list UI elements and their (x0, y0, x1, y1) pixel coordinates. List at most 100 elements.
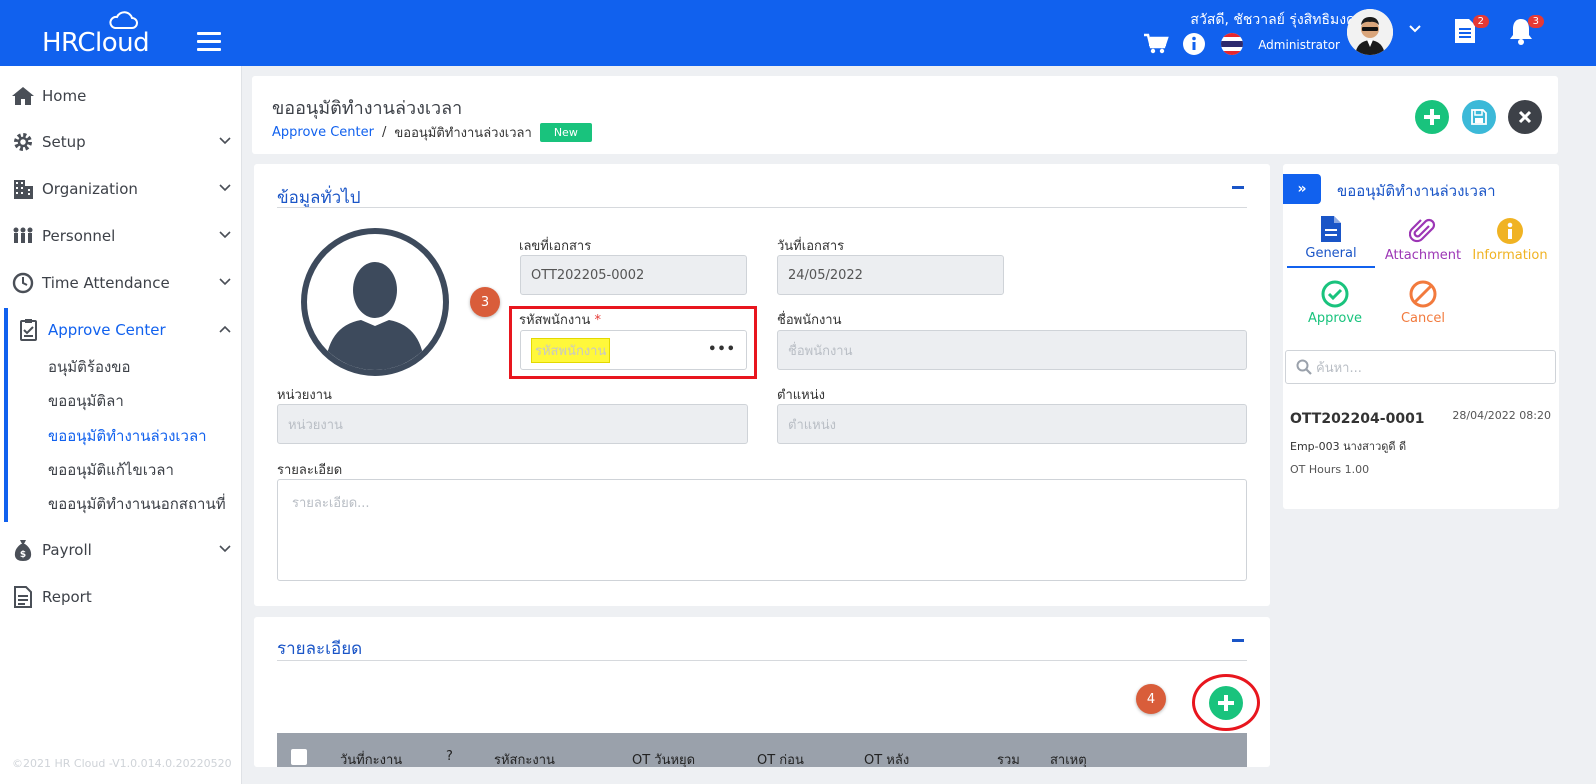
sidebar-item-setup[interactable]: Setup (0, 124, 242, 160)
hamburger-menu-icon[interactable] (197, 32, 221, 52)
report-icon (10, 586, 36, 608)
cancel-label: Cancel (1400, 311, 1446, 326)
help-icon[interactable]: ? (446, 749, 453, 764)
emp-name-field[interactable]: ชื่อพนักงาน (777, 330, 1247, 370)
divider (277, 207, 1247, 208)
dept-label: หน่วยงาน (277, 388, 332, 403)
approve-action[interactable]: Approve (1295, 279, 1375, 326)
cloud-icon (109, 11, 138, 29)
sidebar-item-label: Organization (42, 180, 138, 198)
position-field[interactable]: ตำแหน่ง (777, 404, 1247, 444)
chevron-down-icon (219, 137, 231, 145)
close-button[interactable] (1508, 100, 1542, 134)
record-doc-no[interactable]: OTT202204-0001 (1290, 411, 1425, 427)
document-icon (1291, 214, 1371, 244)
column-header[interactable]: รหัสกะงาน (494, 749, 555, 767)
breadcrumb: Approve Center / ขออนุมัติทำงานล่วงเวลา … (272, 122, 592, 143)
general-tab[interactable]: General (1291, 214, 1371, 261)
information-tab-label: Information (1472, 248, 1548, 263)
chevron-down-icon (219, 278, 231, 286)
doc-no-label: เลขที่เอกสาร (519, 239, 592, 254)
sidebar-subitem-leave-request[interactable]: ขออนุมัติลา (48, 389, 124, 413)
dept-field[interactable]: หน่วยงาน (277, 404, 748, 444)
sidebar-item-label: Payroll (42, 541, 92, 559)
document-badge: 2 (1472, 15, 1489, 28)
plus-icon (1218, 695, 1234, 711)
column-header[interactable]: รวม (997, 749, 1020, 767)
sidebar-item-label: Report (42, 588, 92, 606)
thai-flag-icon[interactable] (1219, 31, 1245, 57)
sidebar-subitem-time-correction[interactable]: ขออนุมัติแก้ไขเวลา (48, 458, 174, 482)
breadcrumb-separator: / (382, 125, 387, 140)
cancel-action[interactable]: Cancel (1383, 279, 1463, 326)
check-circle-icon (1295, 279, 1375, 309)
sidebar-item-approve-center[interactable]: Approve Center (0, 312, 242, 348)
info-icon[interactable] (1181, 31, 1207, 57)
page-title: ขออนุมัติทำงานล่วงเวลา (272, 98, 463, 119)
add-button[interactable] (1415, 100, 1449, 134)
select-all-checkbox[interactable] (291, 749, 307, 765)
column-header[interactable]: วันที่กะงาน (340, 749, 402, 767)
sidebar-item-home[interactable]: Home (0, 78, 242, 114)
search-icon (1296, 359, 1312, 375)
chevron-down-icon (219, 545, 231, 553)
step-marker-3: 3 (470, 287, 500, 317)
top-bar: HRCloud สวัสดี, ชัชวาลย์ รุ่งสิทธิมงคล A… (0, 0, 1596, 66)
attachment-tab[interactable]: Attachment (1383, 216, 1463, 263)
collapse-icon[interactable] (1232, 639, 1244, 642)
details-section: รายละเอียด 4 วันที่กะงาน ? รหัสกะงาน OT … (254, 617, 1270, 767)
sidebar-subitem-offsite-work[interactable]: ขออนุมัติทำงานนอกสถานที่ (48, 492, 226, 516)
doc-no-field[interactable]: OTT202205-0002 (520, 255, 747, 295)
information-tab[interactable]: Information (1470, 216, 1550, 263)
user-avatar[interactable] (1347, 9, 1393, 55)
search-input[interactable]: ค้นหา... (1285, 350, 1556, 384)
document-notification-icon[interactable]: 2 (1453, 15, 1489, 47)
emp-code-label-text: รหัสพนักงาน (519, 313, 591, 328)
column-header[interactable]: สาเหตุ (1050, 749, 1087, 767)
greeting-text: สวัสดี, ชัชวาลย์ รุ่งสิทธิมงคล (1190, 12, 1364, 28)
table-header: วันที่กะงาน ? รหัสกะงาน OT วันหยุด OT ก่… (277, 733, 1247, 767)
active-tab-underline (1287, 266, 1375, 268)
hrcloud-logo[interactable]: HRCloud (42, 10, 152, 58)
bell-icon[interactable]: 3 (1508, 15, 1544, 47)
breadcrumb-current: ขออนุมัติทำงานล่วงเวลา (394, 126, 532, 141)
ban-icon (1383, 279, 1463, 309)
user-role: Administrator (1258, 38, 1340, 52)
sidebar-item-payroll[interactable]: $ Payroll (0, 532, 242, 568)
add-row-button[interactable] (1209, 686, 1243, 720)
cart-icon[interactable] (1143, 31, 1169, 57)
emp-code-placeholder: รหัสพนักงาน (531, 337, 611, 363)
info-circle-icon (1470, 216, 1550, 246)
record-employee: Emp-003 นางสาวดูดี ดี (1290, 440, 1407, 453)
approve-label: Approve (1307, 311, 1363, 326)
paperclip-icon (1383, 216, 1463, 246)
sidebar-item-time-attendance[interactable]: Time Attendance (0, 265, 242, 301)
divider (277, 660, 1247, 661)
sidebar-item-label: Home (42, 87, 87, 105)
page-header: ขออนุมัติทำงานล่วงเวลา Approve Center / … (252, 76, 1558, 154)
column-header[interactable]: OT ก่อน (757, 749, 804, 767)
employee-avatar[interactable] (301, 228, 449, 376)
doc-date-field[interactable]: 24/05/2022 (777, 255, 1004, 295)
bell-badge: 3 (1527, 15, 1544, 28)
expand-panel-button[interactable]: » (1283, 174, 1321, 204)
column-header[interactable]: OT วันหยุด (632, 749, 695, 767)
svg-text:$: $ (20, 550, 26, 560)
more-options-icon[interactable]: ••• (708, 342, 736, 357)
collapse-icon[interactable] (1232, 186, 1244, 189)
section-title: รายละเอียด (277, 639, 363, 659)
sidebar-subitem-overtime-request[interactable]: ขออนุมัติทำงานล่วงเวลา (48, 424, 207, 448)
breadcrumb-link-approve-center[interactable]: Approve Center (272, 125, 374, 140)
sidebar-item-personnel[interactable]: Personnel (0, 218, 242, 254)
sidebar-subitem-approve-request[interactable]: อนุมัติร้องขอ (48, 355, 131, 379)
column-header[interactable]: OT หลัง (864, 749, 909, 767)
save-button[interactable] (1462, 100, 1496, 134)
clock-icon (10, 272, 36, 294)
sidebar-item-organization[interactable]: Organization (0, 171, 242, 207)
gear-icon (10, 131, 36, 153)
detail-textarea[interactable]: รายละเอียด... (277, 479, 1247, 581)
sidebar-item-report[interactable]: Report (0, 579, 242, 615)
attachment-tab-label: Attachment (1384, 248, 1462, 263)
emp-code-field[interactable]: รหัสพนักงาน ••• (520, 330, 747, 370)
chevron-down-icon[interactable] (1408, 22, 1422, 40)
